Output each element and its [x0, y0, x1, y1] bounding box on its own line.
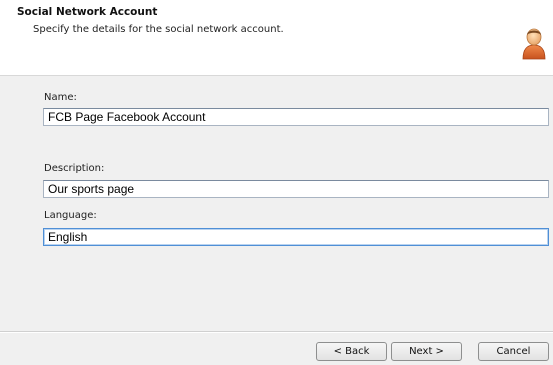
wizard-dialog: Social Network Account Specify the detai…: [0, 0, 553, 365]
header-title: Social Network Account: [17, 6, 158, 18]
description-label: Description:: [44, 163, 105, 174]
header-subtitle: Specify the details for the social netwo…: [33, 24, 284, 35]
name-field[interactable]: [43, 108, 549, 126]
wizard-header: Social Network Account Specify the detai…: [0, 0, 553, 76]
cancel-button[interactable]: Cancel: [478, 342, 549, 361]
language-label: Language:: [44, 210, 97, 221]
back-button[interactable]: < Back: [316, 342, 387, 361]
footer-separator-highlight: [0, 332, 553, 333]
user-icon: [522, 28, 546, 60]
description-field[interactable]: [43, 180, 549, 198]
language-field[interactable]: [43, 228, 549, 246]
next-button[interactable]: Next >: [391, 342, 462, 361]
name-label: Name:: [44, 92, 77, 103]
